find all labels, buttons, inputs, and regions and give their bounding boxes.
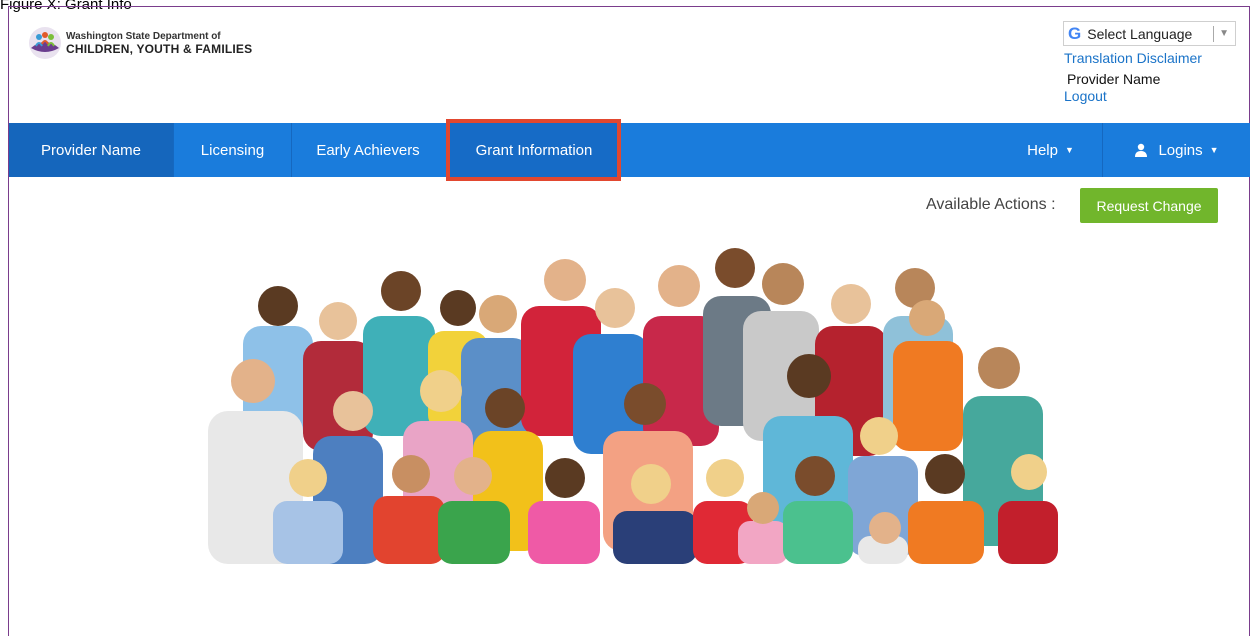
language-select-label: Select Language <box>1087 25 1193 42</box>
logout-link[interactable]: Logout <box>1064 88 1107 104</box>
nav-help-label: Help <box>1027 141 1058 159</box>
nav-help-dropdown[interactable]: Help ▼ <box>999 123 1103 177</box>
provider-name-text: Provider Name <box>1067 71 1161 87</box>
main-navbar: Provider Name Licensing Early Achievers … <box>9 123 1250 177</box>
caret-down-icon: ▼ <box>1209 145 1219 155</box>
dropdown-arrow-icon: ▼ <box>1219 28 1229 39</box>
logo-agency-text: CHILDREN, YOUTH & FAMILIES <box>66 42 253 56</box>
select-divider <box>1213 25 1215 42</box>
nav-provider-name[interactable]: Provider Name <box>9 123 173 177</box>
nav-early-achievers[interactable]: Early Achievers <box>291 123 444 177</box>
nav-logins-label: Logins <box>1158 141 1203 159</box>
user-icon <box>1135 143 1148 157</box>
request-change-button[interactable]: Request Change <box>1080 188 1218 223</box>
nav-logins-dropdown[interactable]: Logins ▼ <box>1103 123 1250 177</box>
google-icon: G <box>1068 23 1082 43</box>
available-actions-label: Available Actions : <box>926 196 1056 213</box>
family-logo-icon <box>29 27 61 59</box>
dcyf-logo[interactable]: Washington State Department of CHILDREN,… <box>28 26 252 60</box>
nav-licensing[interactable]: Licensing <box>173 123 291 177</box>
nav-grant-information[interactable]: Grant Information <box>449 123 619 177</box>
language-select[interactable]: G Select Language ▼ <box>1063 21 1236 46</box>
children-group-photo <box>208 248 1058 564</box>
caret-down-icon: ▼ <box>1064 145 1074 155</box>
translation-disclaimer-link[interactable]: Translation Disclaimer <box>1064 50 1202 66</box>
